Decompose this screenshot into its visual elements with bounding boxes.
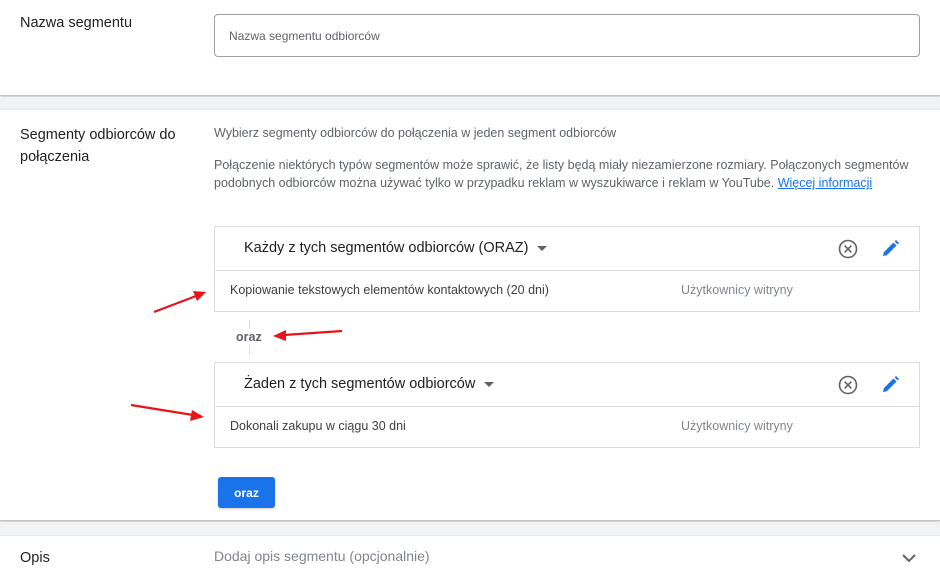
learn-more-link[interactable]: Więcej informacji: [778, 176, 872, 190]
segments-intro: Wybierz segmenty odbiorców do połączenia…: [214, 126, 617, 140]
segment-row-name: Dokonali zakupu w ciągu 30 dni: [230, 419, 406, 433]
description-placeholder[interactable]: Dodaj opis segmentu (opcjonalnie): [214, 548, 430, 564]
segment-group-all: Każdy z tych segmentów odbiorców (ORAZ) …: [214, 226, 920, 312]
segment-name-section: Nazwa segmentu: [0, 0, 940, 96]
segment-group-header: Żaden z tych segmentów odbiorców: [215, 363, 919, 407]
section-divider: [0, 522, 940, 535]
caret-down-icon[interactable]: [484, 381, 495, 387]
remove-circle-icon[interactable]: [837, 238, 859, 260]
segment-name-label: Nazwa segmentu: [20, 15, 133, 31]
description-label: Opis: [20, 550, 50, 566]
segment-group-title: Żaden z tych segmentów odbiorców: [244, 376, 476, 392]
segments-info: Połączenie niektórych typów segmentów mo…: [214, 156, 914, 192]
and-connector-label: oraz: [236, 329, 262, 345]
segment-row: Kopiowanie tekstowych elementów kontakto…: [215, 271, 919, 311]
description-section[interactable]: Opis Dodaj opis segmentu (opcjonalnie): [0, 535, 940, 578]
segment-row-name: Kopiowanie tekstowych elementów kontakto…: [230, 283, 549, 297]
segment-row: Dokonali zakupu w ciągu 30 dni Użytkowni…: [215, 407, 919, 447]
edit-pencil-icon[interactable]: [879, 238, 901, 260]
segment-group-selector[interactable]: Każdy z tych segmentów odbiorców (ORAZ): [244, 240, 548, 256]
segment-row-type: Użytkownicy witryny: [681, 419, 793, 433]
chevron-down-icon[interactable]: [899, 550, 919, 566]
segment-row-type: Użytkownicy witryny: [681, 283, 793, 297]
caret-down-icon[interactable]: [537, 245, 548, 251]
edit-pencil-icon[interactable]: [879, 374, 901, 396]
segment-group-selector[interactable]: Żaden z tych segmentów odbiorców: [244, 376, 495, 392]
add-and-group-button[interactable]: oraz: [218, 477, 275, 508]
segment-group-title: Każdy z tych segmentów odbiorców (ORAZ): [244, 240, 529, 256]
segments-section: Segmenty odbiorców do połączenia Wybierz…: [0, 109, 940, 521]
segments-label: Segmenty odbiorców do połączenia: [20, 127, 176, 165]
section-divider: [0, 97, 940, 109]
segment-group-none: Żaden z tych segmentów odbiorców Dokonal…: [214, 362, 920, 448]
segment-name-input[interactable]: [214, 14, 920, 57]
remove-circle-icon[interactable]: [837, 374, 859, 396]
segment-group-header: Każdy z tych segmentów odbiorców (ORAZ): [215, 227, 919, 271]
